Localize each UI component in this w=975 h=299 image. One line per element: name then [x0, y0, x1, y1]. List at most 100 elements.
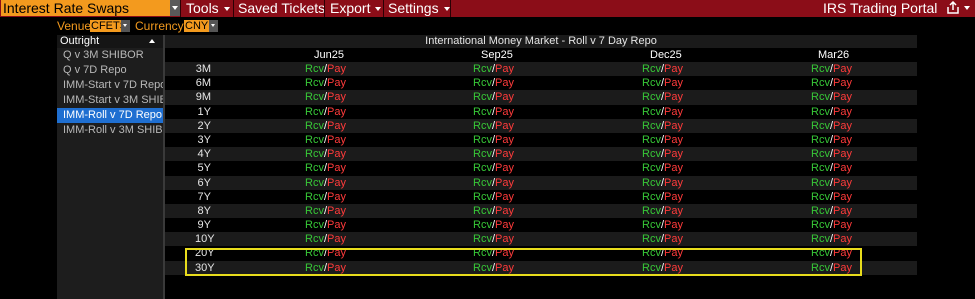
receive-button[interactable]: Rcv: [305, 134, 324, 146]
pay-button[interactable]: Pay: [327, 77, 346, 89]
pay-button[interactable]: Pay: [664, 247, 683, 259]
pay-button[interactable]: Pay: [327, 219, 346, 231]
receive-button[interactable]: Rcv: [642, 191, 661, 203]
pay-button[interactable]: Pay: [495, 191, 514, 203]
receive-button[interactable]: Rcv: [305, 148, 324, 160]
pay-button[interactable]: Pay: [664, 177, 683, 189]
receive-button[interactable]: Rcv: [305, 262, 324, 274]
product-dropdown[interactable]: Interest Rate Swaps: [1, 0, 180, 16]
collapse-icon[interactable]: [149, 39, 155, 43]
receive-button[interactable]: Rcv: [305, 177, 324, 189]
pay-button[interactable]: Pay: [833, 177, 852, 189]
receive-button[interactable]: Rcv: [811, 77, 830, 89]
pay-button[interactable]: Pay: [833, 233, 852, 245]
receive-button[interactable]: Rcv: [305, 219, 324, 231]
receive-button[interactable]: Rcv: [305, 91, 324, 103]
receive-button[interactable]: Rcv: [305, 247, 324, 259]
receive-button[interactable]: Rcv: [473, 205, 492, 217]
pay-button[interactable]: Pay: [833, 262, 852, 274]
pay-button[interactable]: Pay: [495, 106, 514, 118]
receive-button[interactable]: Rcv: [305, 162, 324, 174]
pay-button[interactable]: Pay: [664, 77, 683, 89]
sidebar-item-imm-roll-7d-repo[interactable]: IMM-Roll v 7D Repo: [57, 108, 163, 123]
pay-button[interactable]: Pay: [495, 262, 514, 274]
receive-button[interactable]: Rcv: [642, 247, 661, 259]
pay-button[interactable]: Pay: [495, 205, 514, 217]
chevron-down-icon[interactable]: [964, 6, 970, 10]
pay-button[interactable]: Pay: [327, 177, 346, 189]
receive-button[interactable]: Rcv: [811, 91, 830, 103]
pay-button[interactable]: Pay: [833, 106, 852, 118]
menu-export[interactable]: Export: [330, 0, 382, 17]
pay-button[interactable]: Pay: [327, 233, 346, 245]
pay-button[interactable]: Pay: [327, 205, 346, 217]
pay-button[interactable]: Pay: [495, 77, 514, 89]
pay-button[interactable]: Pay: [664, 262, 683, 274]
pay-button[interactable]: Pay: [664, 219, 683, 231]
pay-button[interactable]: Pay: [833, 91, 852, 103]
pay-button[interactable]: Pay: [833, 205, 852, 217]
pay-button[interactable]: Pay: [495, 63, 514, 75]
receive-button[interactable]: Rcv: [642, 233, 661, 245]
share-icon[interactable]: [946, 1, 960, 15]
pay-button[interactable]: Pay: [833, 63, 852, 75]
receive-button[interactable]: Rcv: [811, 233, 830, 245]
receive-button[interactable]: Rcv: [473, 219, 492, 231]
pay-button[interactable]: Pay: [833, 120, 852, 132]
receive-button[interactable]: Rcv: [642, 219, 661, 231]
pay-button[interactable]: Pay: [833, 219, 852, 231]
sidebar-item-q-7d-repo[interactable]: Q v 7D Repo: [57, 63, 163, 78]
receive-button[interactable]: Rcv: [642, 177, 661, 189]
pay-button[interactable]: Pay: [327, 134, 346, 146]
receive-button[interactable]: Rcv: [473, 233, 492, 245]
sidebar-header[interactable]: Outright: [57, 35, 163, 48]
pay-button[interactable]: Pay: [664, 191, 683, 203]
pay-button[interactable]: Pay: [833, 162, 852, 174]
receive-button[interactable]: Rcv: [305, 191, 324, 203]
pay-button[interactable]: Pay: [833, 247, 852, 259]
receive-button[interactable]: Rcv: [811, 219, 830, 231]
receive-button[interactable]: Rcv: [811, 177, 830, 189]
pay-button[interactable]: Pay: [664, 162, 683, 174]
pay-button[interactable]: Pay: [664, 134, 683, 146]
receive-button[interactable]: Rcv: [473, 77, 492, 89]
pay-button[interactable]: Pay: [664, 120, 683, 132]
pay-button[interactable]: Pay: [495, 120, 514, 132]
sidebar-item-imm-start-3m-shibor[interactable]: IMM-Start v 3M SHIB...: [57, 93, 163, 108]
pay-button[interactable]: Pay: [327, 262, 346, 274]
receive-button[interactable]: Rcv: [642, 120, 661, 132]
pay-button[interactable]: Pay: [495, 148, 514, 160]
pay-button[interactable]: Pay: [664, 91, 683, 103]
receive-button[interactable]: Rcv: [473, 262, 492, 274]
pay-button[interactable]: Pay: [495, 162, 514, 174]
pay-button[interactable]: Pay: [327, 148, 346, 160]
receive-button[interactable]: Rcv: [642, 63, 661, 75]
receive-button[interactable]: Rcv: [642, 134, 661, 146]
chevron-down-icon[interactable]: [121, 20, 130, 32]
pay-button[interactable]: Pay: [664, 106, 683, 118]
receive-button[interactable]: Rcv: [473, 191, 492, 203]
pay-button[interactable]: Pay: [833, 191, 852, 203]
receive-button[interactable]: Rcv: [305, 233, 324, 245]
receive-button[interactable]: Rcv: [642, 91, 661, 103]
receive-button[interactable]: Rcv: [811, 134, 830, 146]
pay-button[interactable]: Pay: [327, 91, 346, 103]
pay-button[interactable]: Pay: [495, 233, 514, 245]
receive-button[interactable]: Rcv: [642, 162, 661, 174]
receive-button[interactable]: Rcv: [473, 63, 492, 75]
menu-saved-tickets[interactable]: Saved Tickets: [238, 0, 325, 17]
pay-button[interactable]: Pay: [664, 205, 683, 217]
receive-button[interactable]: Rcv: [473, 177, 492, 189]
receive-button[interactable]: Rcv: [305, 205, 324, 217]
menu-settings[interactable]: Settings: [388, 0, 450, 17]
pay-button[interactable]: Pay: [833, 134, 852, 146]
pay-button[interactable]: Pay: [833, 77, 852, 89]
chevron-down-icon[interactable]: [170, 0, 180, 16]
receive-button[interactable]: Rcv: [811, 106, 830, 118]
pay-button[interactable]: Pay: [495, 91, 514, 103]
receive-button[interactable]: Rcv: [305, 106, 324, 118]
receive-button[interactable]: Rcv: [473, 91, 492, 103]
pay-button[interactable]: Pay: [664, 63, 683, 75]
sidebar-item-imm-roll-3m-shibor[interactable]: IMM-Roll v 3M SHIB...: [57, 123, 163, 138]
receive-button[interactable]: Rcv: [473, 148, 492, 160]
